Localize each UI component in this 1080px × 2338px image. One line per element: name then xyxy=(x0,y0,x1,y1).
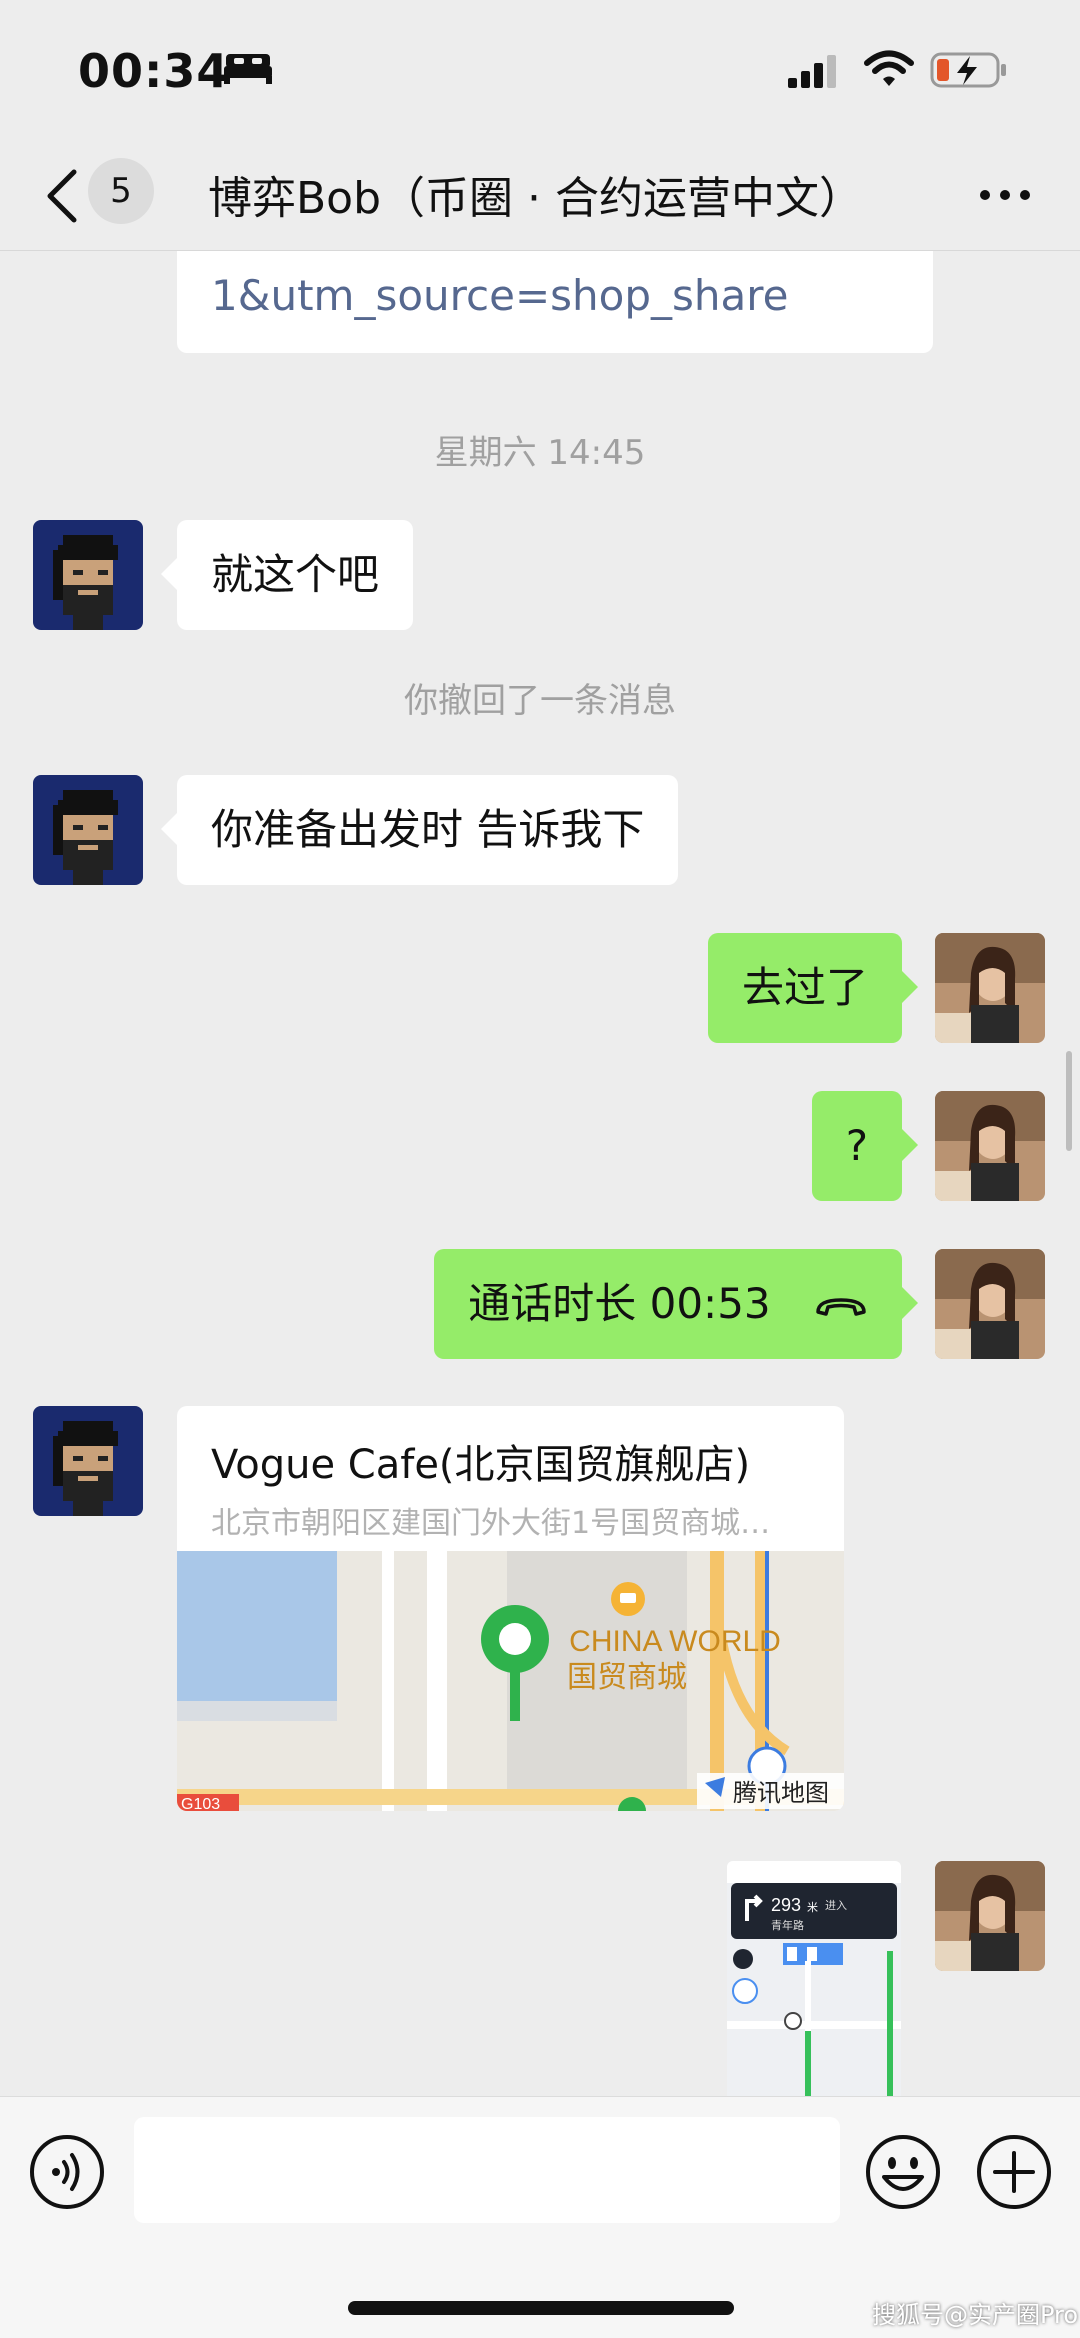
link-preview-card[interactable]: 1&utm_source=shop_share xyxy=(177,251,933,353)
nav-action: 进入 xyxy=(825,1899,847,1912)
nav-unit: 米 xyxy=(807,1901,818,1914)
message-text: 就这个吧 xyxy=(211,550,380,599)
chat-header: 5 博弈Bob（币圈 · 合约运营中文） xyxy=(0,140,1080,251)
input-bar: 搜狐号@实产圈Pro xyxy=(0,2096,1080,2338)
map-label-en: CHINA WORLD xyxy=(569,1625,781,1658)
outgoing-message[interactable]: ? xyxy=(811,1091,919,1201)
photo-avatar-icon xyxy=(935,933,1045,1043)
contact-avatar[interactable] xyxy=(33,1406,143,1516)
signal-icon xyxy=(788,55,836,88)
my-avatar[interactable] xyxy=(935,1091,1045,1201)
status-bar: 00:34 xyxy=(0,0,1080,140)
message-timestamp: 星期六 14:45 xyxy=(434,433,646,473)
message-input[interactable] xyxy=(134,2117,840,2223)
battery-charging-icon xyxy=(930,52,1006,88)
navigation-map-image: 293 米 进入 青年路 xyxy=(727,1861,901,2096)
emoji-icon[interactable] xyxy=(864,2133,942,2211)
location-card[interactable]: Vogue Cafe(北京国贸旗舰店) 北京市朝阳区建国门外大街1号国贸商城… … xyxy=(177,1406,844,1811)
call-record-message[interactable]: 通话时长 00:53 xyxy=(434,1249,918,1359)
pixel-avatar-icon xyxy=(33,1406,143,1516)
voice-icon[interactable] xyxy=(28,2133,106,2211)
chat-messages[interactable]: 1&utm_source=shop_share 星期六 14:45 就这个吧 你… xyxy=(0,251,1080,2096)
home-indicator xyxy=(348,2301,734,2315)
photo-avatar-icon xyxy=(935,1861,1045,1971)
my-avatar[interactable] xyxy=(935,1249,1045,1359)
message-text: ? xyxy=(845,1121,868,1170)
scrollbar[interactable] xyxy=(1066,1051,1072,1151)
status-time: 00:34 xyxy=(78,44,230,98)
contact-avatar[interactable] xyxy=(33,775,143,885)
location-name: Vogue Cafe(北京国贸旗舰店) xyxy=(211,1442,751,1488)
message-text: 你准备出发时 告诉我下 xyxy=(211,805,645,854)
nav-distance: 293 xyxy=(771,1895,801,1915)
chat-title: 博弈Bob（币圈 · 合约运营中文） xyxy=(208,173,863,224)
back-icon[interactable] xyxy=(42,168,82,224)
watermark: 搜狐号@实产圈Pro xyxy=(872,2301,1079,2329)
more-icon[interactable] xyxy=(978,188,1032,202)
contact-avatar[interactable] xyxy=(33,520,143,630)
photo-avatar-icon xyxy=(935,1091,1045,1201)
map-brand: 腾讯地图 xyxy=(733,1779,829,1807)
sleep-icon xyxy=(224,54,272,84)
pixel-avatar-icon xyxy=(33,775,143,885)
pixel-avatar-icon xyxy=(33,520,143,630)
plus-icon[interactable] xyxy=(975,2133,1053,2211)
navigation-screenshot[interactable]: 293 米 进入 青年路 xyxy=(727,1861,901,2096)
hangup-phone-icon xyxy=(816,1297,866,1316)
photo-avatar-icon xyxy=(935,1249,1045,1359)
nav-road: 青年路 xyxy=(771,1918,804,1932)
location-address: 北京市朝阳区建国门外大街1号国贸商城… xyxy=(211,1506,771,1541)
call-duration-text: 通话时长 00:53 xyxy=(468,1279,771,1328)
incoming-message[interactable]: 就这个吧 xyxy=(160,520,414,630)
outgoing-message[interactable]: 去过了 xyxy=(707,933,919,1043)
message-text: 去过了 xyxy=(741,963,868,1012)
road-tag: G103 xyxy=(181,1796,220,1811)
my-avatar[interactable] xyxy=(935,933,1045,1043)
unread-count-badge[interactable]: 5 xyxy=(88,158,154,224)
link-preview-text: 1&utm_source=shop_share xyxy=(211,271,789,320)
my-avatar[interactable] xyxy=(935,1861,1045,1971)
incoming-message[interactable]: 你准备出发时 告诉我下 xyxy=(160,775,679,885)
wifi-icon xyxy=(864,50,914,86)
recalled-message-notice: 你撤回了一条消息 xyxy=(404,681,676,721)
location-map: CHINA WORLD 国贸商城 G103 腾讯地图 xyxy=(177,1551,844,1811)
map-label-cn: 国贸商城 xyxy=(567,1660,687,1695)
